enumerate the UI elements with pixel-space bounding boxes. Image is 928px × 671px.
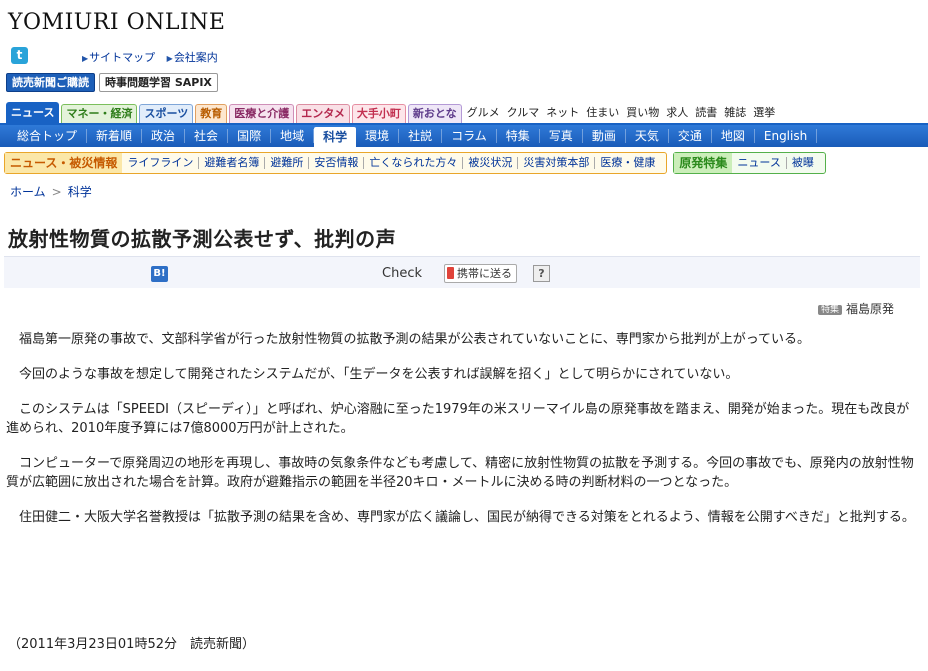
- category-tabs: ニュース マネー・経済 スポーツ 教育 医療と介護 エンタメ 大手小町 新おとな グルメ クルマネ…: [6, 102, 928, 123]
- article-body: 福島第一原発の事故で、文部科学省が行った放射性物質の拡散予測の結果が公表されてい…: [6, 330, 922, 543]
- site-logo[interactable]: YOMIURI ONLINE: [8, 10, 225, 35]
- sitemap-label: サイトマップ: [89, 51, 156, 64]
- sitemap-link[interactable]: ▶サイトマップ: [82, 51, 159, 64]
- nav-item[interactable]: English: [755, 129, 818, 143]
- breadcrumb-separator: >: [51, 185, 62, 199]
- category-tab[interactable]: 選挙: [750, 104, 778, 123]
- subnav-link[interactable]: 避難者名簿: [199, 157, 266, 169]
- category-tab[interactable]: クルマ: [504, 104, 543, 123]
- main-nav: 総合トップ 新着順 政治 社会 国際 地域 科学 環境 社説 コラム 特集 写真 動画 天気 交通 地図 Eng…: [0, 123, 928, 147]
- nav-item[interactable]: 政治: [142, 129, 186, 143]
- subnav-link[interactable]: ニュース: [732, 157, 787, 169]
- nuclear-special-box: 原発特集 ニュース 被曝: [673, 152, 826, 174]
- category-tab[interactable]: ネット: [543, 104, 582, 123]
- category-tab[interactable]: 新おとな: [407, 104, 462, 123]
- nav-item[interactable]: 科学: [314, 127, 357, 147]
- breadcrumb-home[interactable]: ホーム: [10, 185, 46, 199]
- send-to-mobile-label: 携帯に送る: [457, 267, 512, 280]
- disaster-subnav: ニュース・被災情報 ライフライン 避難者名簿 避難所 安否情報 亡くなられた方々 被災状況…: [0, 150, 928, 176]
- category-tab[interactable]: 求人: [663, 104, 691, 123]
- nav-item[interactable]: 特集: [497, 129, 540, 143]
- subnav-link[interactable]: 被曝: [787, 157, 819, 169]
- article-paragraph: 今回のような事故を想定して開発されたシステムだが、「生データを公表すれば誤解を招…: [19, 367, 739, 382]
- company-label: 会社案内: [173, 51, 218, 64]
- category-tab[interactable]: 大手小町: [351, 104, 406, 123]
- subnav-link[interactable]: 亡くなられた方々: [364, 157, 464, 169]
- article-byline: （2011年3月23日01時52分 読売新聞）: [8, 637, 255, 652]
- nav-item[interactable]: 総合トップ: [8, 129, 88, 143]
- subnav-link[interactable]: 災害対策本部: [518, 157, 596, 169]
- company-link[interactable]: ▶会社案内: [167, 51, 222, 64]
- nav-item[interactable]: 新着順: [87, 129, 143, 143]
- nav-item[interactable]: 国際: [228, 129, 272, 143]
- nav-item[interactable]: 地域: [271, 129, 315, 143]
- category-tab[interactable]: スポーツ: [139, 104, 194, 123]
- category-tab[interactable]: ニュース: [6, 102, 60, 123]
- nav-item[interactable]: 天気: [626, 129, 669, 143]
- subnav-link[interactable]: 医療・健康: [595, 157, 660, 169]
- category-tab[interactable]: 雑誌: [721, 104, 749, 123]
- nav-item[interactable]: 社説: [399, 129, 443, 143]
- mobile-phone-icon: [447, 267, 454, 279]
- category-tab[interactable]: エンタメ: [296, 104, 350, 123]
- check-button[interactable]: Check: [382, 266, 422, 281]
- category-tab[interactable]: 住まい: [583, 104, 622, 123]
- breadcrumb-current[interactable]: 科学: [68, 185, 92, 199]
- subnav-link[interactable]: 被災状況: [463, 157, 519, 169]
- subnav-link[interactable]: ライフライン: [122, 157, 200, 169]
- nav-item[interactable]: 地図: [712, 129, 755, 143]
- category-tab[interactable]: 医療と介護: [229, 104, 295, 123]
- social-bar: B! Check 携帯に送る ?: [4, 256, 920, 288]
- help-button[interactable]: ?: [533, 265, 550, 282]
- subscribe-button[interactable]: 読売新聞ご購読: [6, 73, 95, 92]
- category-tab[interactable]: 教育: [195, 104, 228, 123]
- article-paragraph: このシステムは「SPEEDI（スピーディ）」と呼ばれ、炉心溶融に至った1979年…: [6, 402, 910, 436]
- nav-item[interactable]: コラム: [442, 129, 497, 143]
- subnav-link[interactable]: 安否情報: [309, 157, 365, 169]
- nav-item[interactable]: 写真: [540, 129, 583, 143]
- twitter-icon[interactable]: t: [11, 47, 28, 64]
- feature-tag-label: 福島原発: [846, 302, 895, 316]
- nav-item[interactable]: 環境: [356, 129, 400, 143]
- article-paragraph: 住田健二・大阪大学名誉教授は「拡散予測の結果を含め、専門家が広く議論し、国民が納…: [19, 510, 915, 525]
- article-paragraph: コンピューターで原発周辺の地形を再現し、事故時の気象条件なども考慮して、精密に放…: [6, 456, 914, 490]
- feature-tag[interactable]: 特集 福島原発: [818, 300, 894, 317]
- article-headline: 放射性物質の拡散予測公表せず、批判の声: [8, 227, 397, 251]
- article-paragraph: 福島第一原発の事故で、文部科学省が行った放射性物質の拡散予測の結果が公表されてい…: [19, 332, 811, 347]
- top-links: ▶サイトマップ ▶会社案内: [82, 49, 226, 65]
- promo-buttons: 読売新聞ご購読 時事問題学習 SAPIX: [6, 73, 218, 92]
- feature-badge: 特集: [818, 305, 843, 315]
- category-tab[interactable]: 読書: [692, 104, 720, 123]
- subnav-link[interactable]: 避難所: [265, 157, 310, 169]
- category-tab[interactable]: グルメ: [464, 104, 503, 123]
- nav-item[interactable]: 社会: [185, 129, 229, 143]
- disaster-info-box: ニュース・被災情報 ライフライン 避難者名簿 避難所 安否情報 亡くなられた方々 被災状況…: [4, 152, 668, 174]
- nav-item[interactable]: 動画: [583, 129, 626, 143]
- nav-item[interactable]: 交通: [669, 129, 712, 143]
- nuclear-nav-head[interactable]: 原発特集: [674, 153, 733, 173]
- sapix-button[interactable]: 時事問題学習 SAPIX: [99, 73, 218, 92]
- category-tab[interactable]: 買い物: [623, 104, 662, 123]
- disaster-nav-head[interactable]: ニュース・被災情報: [5, 153, 123, 173]
- category-tab[interactable]: マネー・経済: [61, 104, 138, 123]
- breadcrumb: ホーム > 科学: [10, 183, 92, 200]
- hatena-bookmark-icon[interactable]: B!: [151, 266, 168, 282]
- send-to-mobile-button[interactable]: 携帯に送る: [444, 264, 517, 283]
